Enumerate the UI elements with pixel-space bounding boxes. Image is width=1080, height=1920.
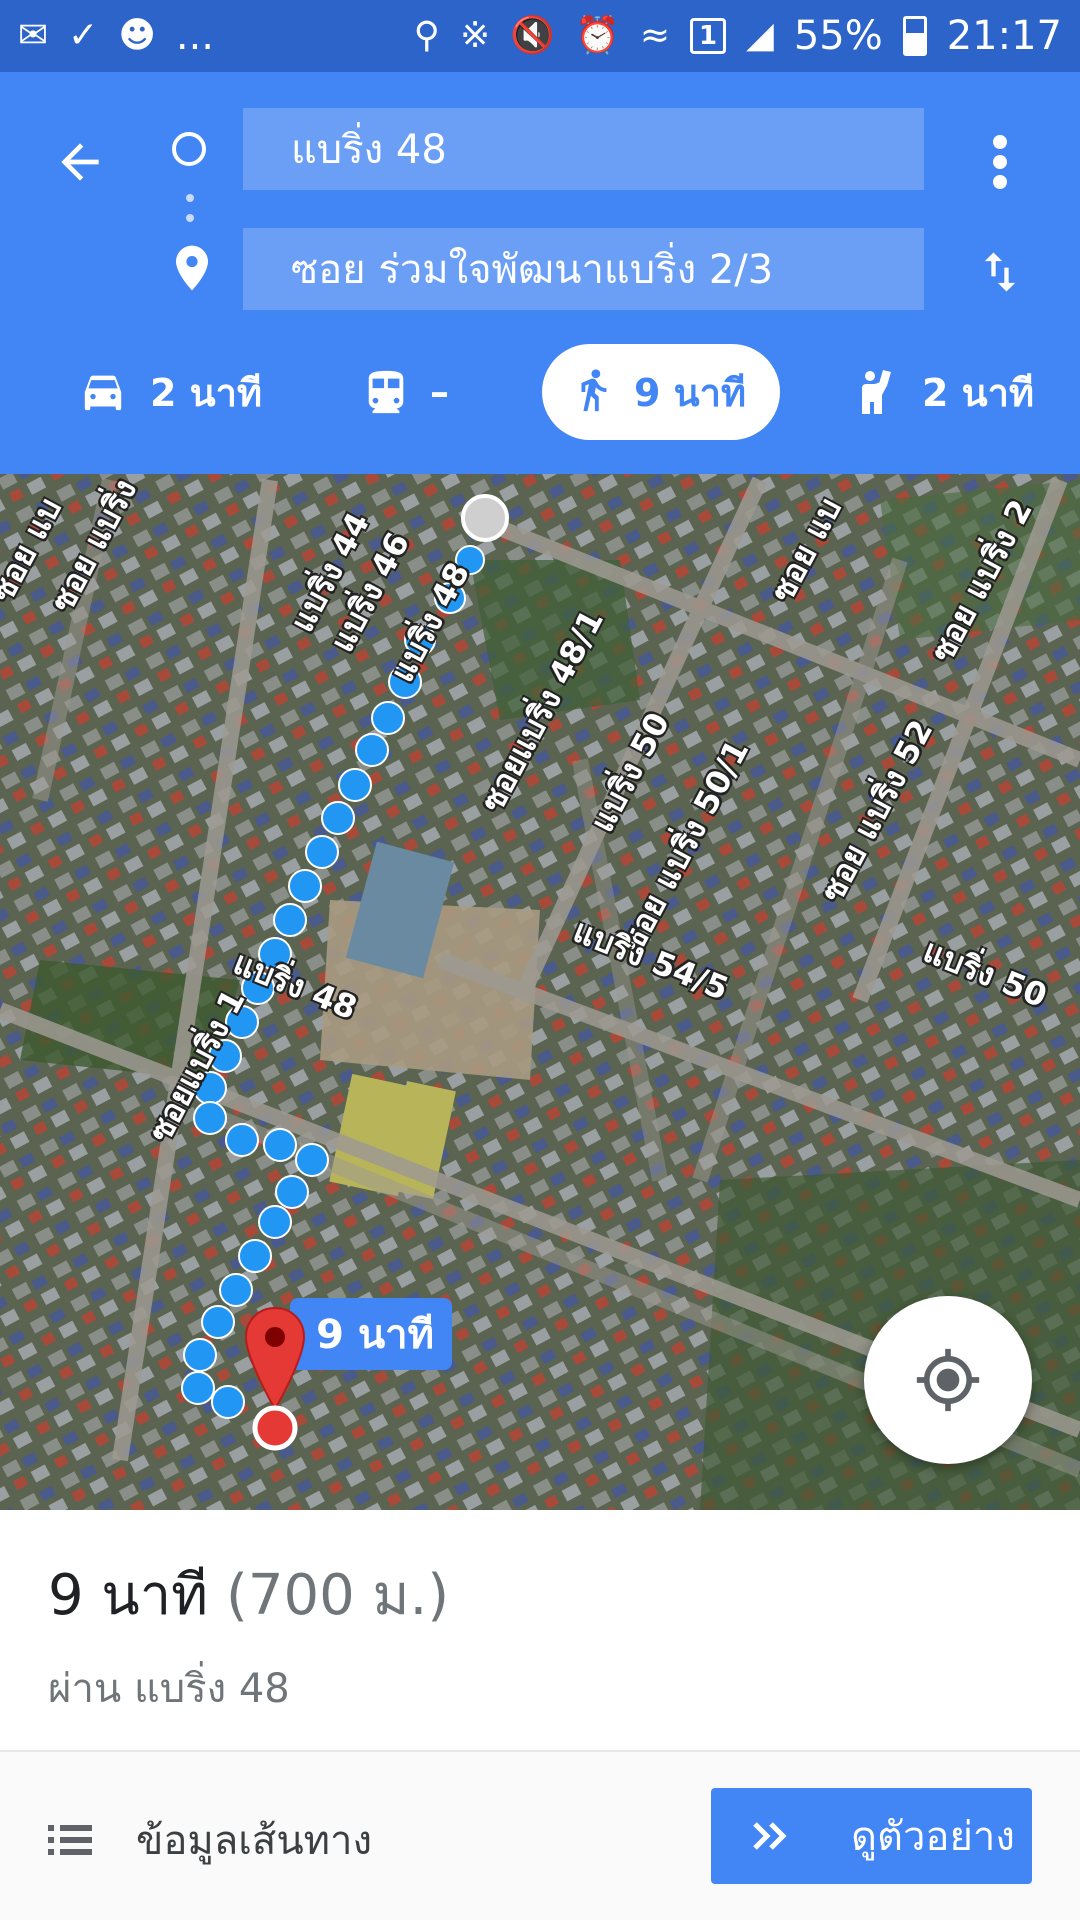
preview-button[interactable]: ดูตัวอย่าง <box>711 1788 1032 1884</box>
back-arrow-icon <box>61 143 99 181</box>
back-button[interactable] <box>40 122 120 202</box>
status-bar: ✉ ✓ ☻ ... ⚲ ※ 🔇 ⏰ ≈ 1 ◢ 55% 21:17 <box>0 0 1080 72</box>
message-icon: ✉ <box>18 15 49 56</box>
car-icon <box>84 375 122 411</box>
more-notifications: ... <box>175 13 215 59</box>
battery-icon <box>902 16 927 56</box>
drive-duration: 2 นาที <box>150 370 263 415</box>
train-icon <box>368 370 404 414</box>
destination-input[interactable]: ซอย ร่วมใจพัฒนาแบริ่ง 2/3 <box>243 228 924 310</box>
route-duration: 9 นาที <box>48 1563 209 1628</box>
walking-icon <box>581 369 607 412</box>
destination-marker-icon <box>244 1306 306 1451</box>
gps-crosshair-icon <box>916 1348 980 1412</box>
steps-button[interactable]: ข้อมูลเส้นทาง <box>48 1808 372 1872</box>
location-icon: ⚲ <box>413 15 441 56</box>
start-marker <box>461 494 509 542</box>
battery-percent: 55% <box>793 13 883 59</box>
route-distance: (700 ม.) <box>226 1563 450 1628</box>
tab-ride-hailing[interactable]: 2 นาที <box>858 344 1034 440</box>
bottom-actions: ข้อมูลเส้นทาง ดูตัวอย่าง <box>0 1752 1080 1920</box>
connector-dot <box>186 214 194 222</box>
tab-walk[interactable]: 9 นาที <box>542 344 780 440</box>
preview-label: ดูตัวอย่าง <box>851 1814 1015 1860</box>
directions-header: แบริ่ง 48 ซอย ร่วมใจพัฒนาแบริ่ง 2/3 2 นา… <box>0 72 1080 474</box>
check-icon: ✓ <box>68 15 99 56</box>
my-location-button[interactable] <box>864 1296 1032 1464</box>
ride-duration: 2 นาที <box>922 370 1035 415</box>
hailing-person-icon <box>862 370 891 414</box>
origin-circle-icon <box>172 132 206 166</box>
swap-button[interactable] <box>960 232 1040 312</box>
alarm-icon: ⏰ <box>575 15 620 56</box>
walk-duration: 9 นาที <box>633 370 747 415</box>
tab-drive[interactable]: 2 นาที <box>80 344 262 440</box>
tab-transit[interactable]: – <box>366 344 449 440</box>
wifi-icon: ≈ <box>639 15 671 56</box>
connector-dot <box>186 194 194 202</box>
transit-duration: – <box>430 370 449 414</box>
list-icon <box>48 1825 92 1855</box>
mute-icon: 🔇 <box>510 15 556 56</box>
route-via: ผ่าน แบริ่ง 48 <box>48 1666 290 1712</box>
swap-vert-icon <box>984 252 1016 292</box>
status-left: ✉ ✓ ☻ ... <box>18 13 214 59</box>
steps-label: ข้อมูลเส้นทาง <box>136 1818 373 1864</box>
contacts-icon: ☻ <box>118 15 156 56</box>
origin-input[interactable]: แบริ่ง 48 <box>243 108 924 190</box>
destination-pin-icon <box>176 245 208 291</box>
clock: 21:17 <box>946 13 1062 59</box>
signal-icon: ◢ <box>746 15 774 56</box>
bluetooth-icon: ※ <box>460 15 491 56</box>
status-right: ⚲ ※ 🔇 ⏰ ≈ 1 ◢ 55% 21:17 <box>414 13 1062 59</box>
double-chevron-icon <box>753 1822 787 1850</box>
sim-icon: 1 <box>690 18 727 54</box>
more-options-button[interactable] <box>960 122 1040 202</box>
eta-bubble: 9 นาที <box>290 1298 452 1370</box>
more-vert-icon <box>993 135 1007 189</box>
route-summary[interactable]: 9 นาที (700 ม.) ผ่าน แบริ่ง 48 <box>0 1510 1080 1752</box>
